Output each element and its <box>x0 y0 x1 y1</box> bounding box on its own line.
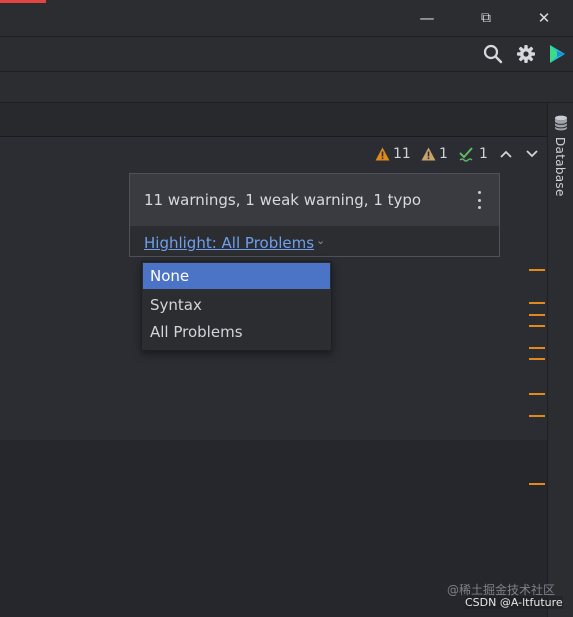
search-icon[interactable] <box>482 43 504 65</box>
right-tool-strip: Database <box>547 103 573 617</box>
weak-warnings-count: 1 <box>439 146 448 162</box>
weak-warnings-indicator[interactable]: 1 <box>421 145 448 163</box>
error-stripe-mark[interactable] <box>529 415 545 417</box>
error-stripe-mark[interactable] <box>529 358 545 360</box>
highlight-option-all-problems[interactable]: All Problems <box>143 319 330 345</box>
main-toolbar <box>0 37 573 72</box>
weak-warning-icon <box>421 147 436 161</box>
gear-icon[interactable] <box>515 43 537 65</box>
warning-icon <box>375 147 390 161</box>
problems-summary: 11 warnings, 1 weak warning, 1 typo <box>144 191 422 209</box>
error-stripe-mark[interactable] <box>529 302 545 304</box>
database-tool-window-label[interactable]: Database <box>553 137 567 197</box>
title-bar: — ⧉ ✕ <box>0 0 573 37</box>
active-project-indicator <box>0 0 46 3</box>
error-stripe-mark[interactable] <box>529 393 545 395</box>
error-stripe-mark[interactable] <box>529 269 545 271</box>
chevron-up-icon <box>500 150 512 158</box>
ai-assistant-icon[interactable] <box>546 43 568 65</box>
typo-check-icon <box>459 146 473 162</box>
more-options-icon[interactable] <box>471 191 487 209</box>
watermark-csdn: CSDN @A-ltfuture <box>465 596 563 609</box>
close-button[interactable]: ✕ <box>529 7 559 29</box>
error-stripe-mark[interactable] <box>529 314 545 316</box>
chevron-down-icon <box>526 150 538 158</box>
error-stripe-mark[interactable] <box>529 483 545 485</box>
highlight-level-link[interactable]: Highlight: All Problems <box>144 234 314 252</box>
popup-footer: Highlight: All Problems ⌄ <box>130 226 499 256</box>
warnings-indicator[interactable]: 11 <box>375 145 411 163</box>
next-highlighted-error-button[interactable] <box>525 145 539 163</box>
typos-count: 1 <box>479 146 488 162</box>
database-icon[interactable] <box>554 115 568 131</box>
typos-indicator[interactable]: 1 <box>459 145 488 163</box>
highlight-option-none[interactable]: None <box>143 263 330 289</box>
restore-button[interactable]: ⧉ <box>471 7 501 29</box>
minimize-button[interactable]: — <box>412 7 442 29</box>
error-stripe-mark[interactable] <box>529 347 545 349</box>
highlight-option-syntax[interactable]: Syntax <box>143 292 330 318</box>
chevron-down-icon[interactable]: ⌄ <box>316 234 325 247</box>
popup-header: 11 warnings, 1 weak warning, 1 typo <box>130 174 499 226</box>
editor-breadcrumb-bar <box>0 103 547 137</box>
previous-highlighted-error-button[interactable] <box>499 145 513 163</box>
error-stripe-mark[interactable] <box>529 325 545 327</box>
editor-tabs-bar <box>0 72 573 103</box>
warnings-count: 11 <box>393 146 411 162</box>
inspection-popup: 11 warnings, 1 weak warning, 1 typo High… <box>129 173 500 257</box>
highlight-level-dropdown: None Syntax All Problems <box>141 261 332 351</box>
